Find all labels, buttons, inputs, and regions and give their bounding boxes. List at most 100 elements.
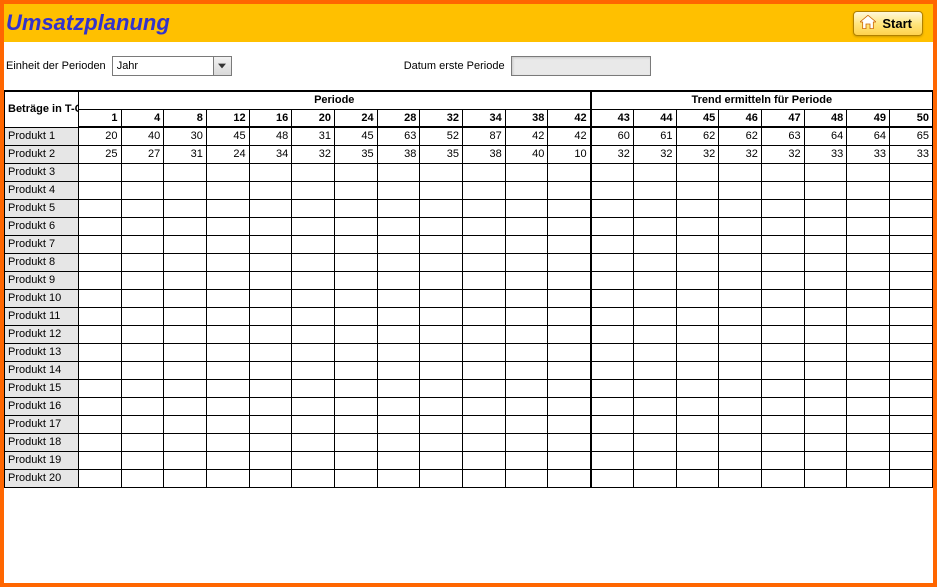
cell[interactable] xyxy=(334,469,377,487)
cell[interactable] xyxy=(249,199,292,217)
cell[interactable] xyxy=(206,451,249,469)
cell[interactable] xyxy=(847,199,890,217)
cell[interactable]: 42 xyxy=(505,127,548,145)
cell[interactable] xyxy=(292,199,335,217)
cell[interactable] xyxy=(591,289,634,307)
cell[interactable]: 42 xyxy=(548,127,591,145)
cell[interactable] xyxy=(164,361,207,379)
cell[interactable]: 24 xyxy=(206,145,249,163)
cell[interactable] xyxy=(463,415,506,433)
cell[interactable] xyxy=(548,469,591,487)
cell[interactable]: 35 xyxy=(334,145,377,163)
cell[interactable]: 25 xyxy=(78,145,121,163)
cell[interactable] xyxy=(505,199,548,217)
cell[interactable] xyxy=(420,307,463,325)
cell[interactable] xyxy=(420,415,463,433)
cell[interactable] xyxy=(505,271,548,289)
cell[interactable]: 27 xyxy=(121,145,164,163)
cell[interactable] xyxy=(889,253,932,271)
cell[interactable] xyxy=(249,271,292,289)
cell[interactable] xyxy=(719,289,762,307)
cell[interactable] xyxy=(889,397,932,415)
cell[interactable] xyxy=(121,343,164,361)
cell[interactable] xyxy=(548,253,591,271)
cell[interactable] xyxy=(761,199,804,217)
cell[interactable] xyxy=(463,451,506,469)
cell[interactable] xyxy=(463,379,506,397)
cell[interactable] xyxy=(420,235,463,253)
cell[interactable] xyxy=(334,307,377,325)
cell[interactable] xyxy=(633,253,676,271)
cell[interactable]: 32 xyxy=(761,145,804,163)
cell[interactable] xyxy=(719,271,762,289)
cell[interactable] xyxy=(249,325,292,343)
cell[interactable]: 65 xyxy=(889,127,932,145)
cell[interactable] xyxy=(121,271,164,289)
cell[interactable] xyxy=(334,199,377,217)
cell[interactable] xyxy=(633,289,676,307)
cell[interactable] xyxy=(889,289,932,307)
cell[interactable] xyxy=(249,235,292,253)
cell[interactable] xyxy=(719,469,762,487)
cell[interactable] xyxy=(505,253,548,271)
cell[interactable] xyxy=(505,217,548,235)
cell[interactable] xyxy=(420,469,463,487)
cell[interactable] xyxy=(591,199,634,217)
cell[interactable] xyxy=(761,181,804,199)
start-button[interactable]: Start xyxy=(853,11,923,36)
cell[interactable] xyxy=(420,397,463,415)
cell[interactable] xyxy=(847,361,890,379)
cell[interactable] xyxy=(121,199,164,217)
cell[interactable] xyxy=(334,253,377,271)
cell[interactable]: 63 xyxy=(377,127,420,145)
cell[interactable] xyxy=(889,163,932,181)
cell[interactable] xyxy=(164,235,207,253)
cell[interactable] xyxy=(292,469,335,487)
cell[interactable] xyxy=(591,235,634,253)
cell[interactable] xyxy=(676,379,719,397)
cell[interactable] xyxy=(78,325,121,343)
cell[interactable] xyxy=(889,343,932,361)
cell[interactable] xyxy=(121,181,164,199)
cell[interactable] xyxy=(292,217,335,235)
cell[interactable] xyxy=(249,397,292,415)
cell[interactable] xyxy=(889,469,932,487)
cell[interactable] xyxy=(164,163,207,181)
cell[interactable] xyxy=(249,379,292,397)
cell[interactable] xyxy=(78,343,121,361)
cell[interactable] xyxy=(761,307,804,325)
cell[interactable] xyxy=(591,415,634,433)
cell[interactable] xyxy=(804,469,847,487)
cell[interactable] xyxy=(676,217,719,235)
cell[interactable] xyxy=(78,433,121,451)
cell[interactable] xyxy=(78,271,121,289)
cell[interactable] xyxy=(121,253,164,271)
cell[interactable] xyxy=(292,163,335,181)
cell[interactable] xyxy=(591,217,634,235)
cell[interactable] xyxy=(761,253,804,271)
cell[interactable] xyxy=(847,217,890,235)
cell[interactable] xyxy=(719,451,762,469)
cell[interactable] xyxy=(377,379,420,397)
cell[interactable] xyxy=(804,433,847,451)
cell[interactable] xyxy=(804,199,847,217)
cell[interactable] xyxy=(420,217,463,235)
cell[interactable] xyxy=(505,181,548,199)
cell[interactable] xyxy=(633,433,676,451)
cell[interactable] xyxy=(548,289,591,307)
cell[interactable] xyxy=(334,433,377,451)
cell[interactable] xyxy=(292,451,335,469)
cell[interactable] xyxy=(505,235,548,253)
cell[interactable] xyxy=(761,469,804,487)
cell[interactable] xyxy=(847,343,890,361)
cell[interactable] xyxy=(463,325,506,343)
cell[interactable] xyxy=(463,271,506,289)
cell[interactable] xyxy=(633,343,676,361)
cell[interactable] xyxy=(548,271,591,289)
cell[interactable] xyxy=(463,433,506,451)
cell[interactable] xyxy=(761,451,804,469)
cell[interactable] xyxy=(505,361,548,379)
cell[interactable] xyxy=(889,235,932,253)
cell[interactable] xyxy=(164,253,207,271)
cell[interactable] xyxy=(889,361,932,379)
